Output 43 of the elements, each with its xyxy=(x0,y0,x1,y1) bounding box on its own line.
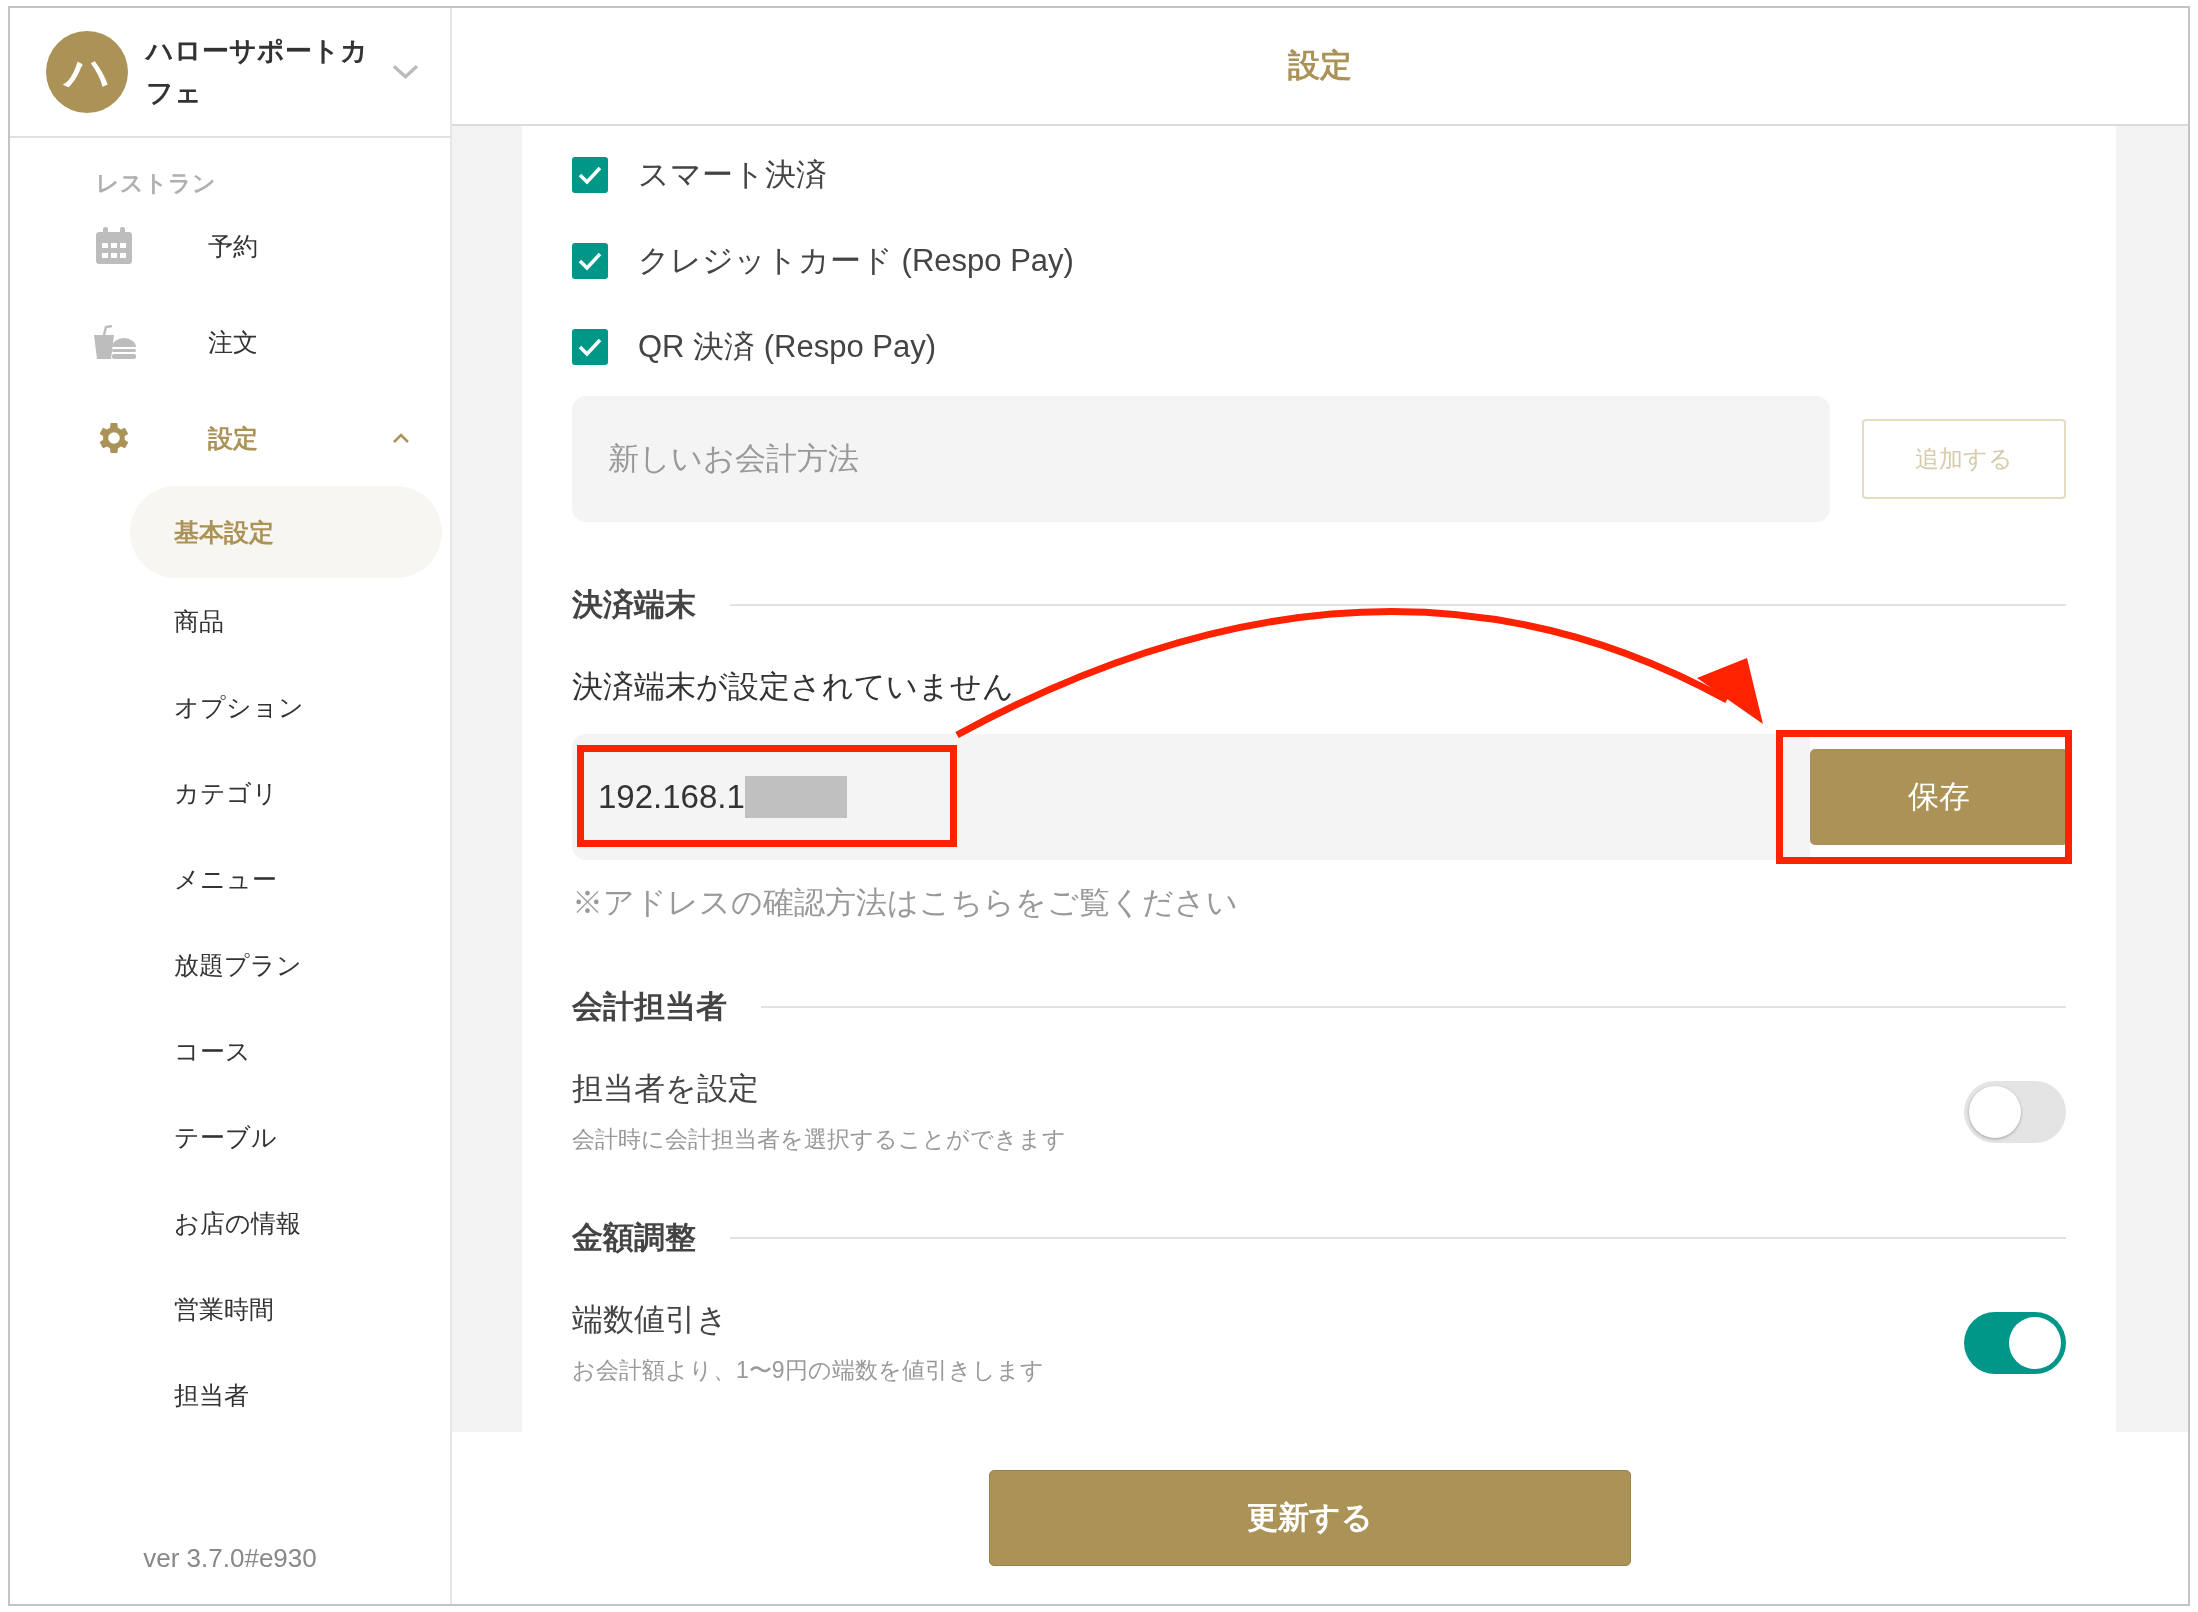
account-name[interactable]: ハローサポートカフェ xyxy=(146,30,374,114)
sidebar-subitem[interactable]: カテゴリ xyxy=(130,750,442,836)
sidebar-subitem[interactable]: お店の情報 xyxy=(130,1180,442,1266)
check-icon xyxy=(577,164,603,186)
sidebar-subitem[interactable]: 放題プラン xyxy=(130,922,442,1008)
drink-and-burger-icon xyxy=(94,325,136,359)
checkbox-label: QR 決済 (Respo Pay) xyxy=(638,328,936,366)
section-label: レストラン xyxy=(95,169,217,198)
check-icon xyxy=(577,336,603,358)
checkbox[interactable] xyxy=(572,243,608,279)
setting-label: 端数値引き xyxy=(572,1301,729,1339)
sidebar-subitem[interactable]: 担当者 xyxy=(130,1352,442,1438)
checkbox-label: クレジットカード (Respo Pay) xyxy=(638,242,1074,280)
setting-description: お会計額より、1〜9円の端数を値引きします xyxy=(572,1356,1045,1385)
status-text: 決済端末が設定されていません xyxy=(572,668,1015,706)
input-field[interactable]: 192.168.1 xyxy=(572,734,1810,860)
checkbox-label: スマート決済 xyxy=(638,156,827,194)
sidebar-subitem[interactable]: オプション xyxy=(130,664,442,750)
sidebar-item-label: 設定 xyxy=(208,422,259,454)
sidebar-subitem[interactable]: テーブル xyxy=(130,1094,442,1180)
setting-description: 会計時に会計担当者を選択することができます xyxy=(572,1125,1067,1154)
checkbox[interactable] xyxy=(572,329,608,365)
sidebar-subitem[interactable]: 営業時間 xyxy=(130,1266,442,1352)
help-note: ※アドレスの確認方法はこちらをご覧ください xyxy=(572,884,1239,922)
version-text: ver 3.7.0#e930 xyxy=(142,1543,318,1575)
sidebar-item[interactable]: 予約 xyxy=(10,198,450,294)
sidebar-subitem[interactable]: コース xyxy=(130,1008,442,1094)
chevron-up-icon xyxy=(392,432,410,444)
check-icon xyxy=(577,250,603,272)
setting-label: 担当者を設定 xyxy=(572,1070,760,1108)
chevron-down-icon[interactable] xyxy=(391,63,420,81)
sidebar-item-label: 予約 xyxy=(208,230,259,262)
page-title: 設定 xyxy=(1288,46,1352,85)
avatar: ハ xyxy=(46,31,128,113)
sidebar-subitem[interactable]: 商品 xyxy=(130,578,442,664)
calendar-icon xyxy=(94,226,134,266)
section-heading: 決済端末 xyxy=(572,586,696,624)
section-heading: 会計担当者 xyxy=(572,988,727,1026)
sidebar-subitem[interactable]: メニュー xyxy=(130,836,442,922)
section-heading: 金額調整 xyxy=(572,1219,696,1257)
sidebar-item-label: 注文 xyxy=(208,326,259,358)
sidebar-item[interactable]: 注文 xyxy=(10,294,450,390)
checkbox[interactable] xyxy=(572,157,608,193)
